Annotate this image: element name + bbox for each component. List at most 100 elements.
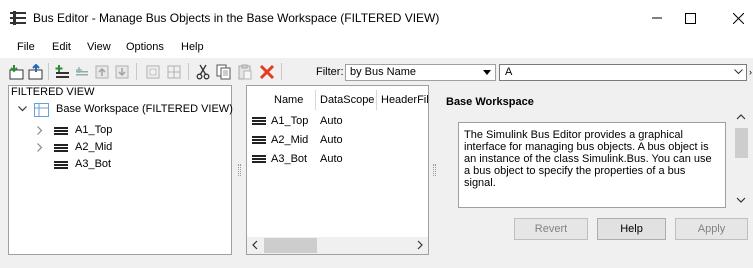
apply-button[interactable]: Apply bbox=[675, 218, 748, 240]
filter-by-value: by Bus Name bbox=[350, 66, 417, 78]
close-window-button[interactable] bbox=[715, 0, 753, 36]
cut-icon bbox=[196, 64, 210, 79]
scroll-right-icon[interactable] bbox=[417, 240, 423, 250]
tree-item-label: A2_Mid bbox=[75, 141, 113, 153]
filter-text-value: A bbox=[505, 66, 513, 78]
toolbar-separator bbox=[188, 63, 189, 80]
scroll-up-icon[interactable] bbox=[736, 114, 746, 120]
tree-item-base-workspace[interactable]: Base Workspace (FILTERED VIEW) bbox=[9, 102, 233, 119]
export-icon bbox=[28, 63, 43, 79]
import-button[interactable] bbox=[8, 63, 26, 80]
menu-edit[interactable]: Edit bbox=[52, 41, 71, 53]
description-text: The Simulink Bus Editor provides a graph… bbox=[464, 129, 712, 189]
filter-label: Filter: bbox=[316, 66, 344, 78]
bus-editor-app-icon bbox=[10, 11, 26, 25]
table-cell-datascope: Auto bbox=[320, 115, 343, 127]
scroll-left-icon[interactable] bbox=[252, 240, 258, 250]
bus-object-icon bbox=[54, 127, 68, 135]
table-row[interactable]: A3_Bot Auto bbox=[247, 152, 428, 169]
chevron-down-icon[interactable] bbox=[734, 69, 743, 75]
tree-table-splitter[interactable] bbox=[238, 164, 241, 176]
help-button[interactable]: Help bbox=[597, 218, 666, 240]
tree-item-label: Base Workspace (FILTERED VIEW) bbox=[56, 103, 233, 115]
detail-vertical-scrollbar[interactable] bbox=[733, 108, 750, 208]
tree-item-a1-top[interactable]: A1_Top bbox=[9, 123, 231, 140]
scroll-down-icon[interactable] bbox=[736, 197, 746, 203]
paste-icon bbox=[238, 64, 252, 79]
bus-object-icon bbox=[252, 155, 266, 163]
bus-object-icon bbox=[54, 144, 68, 152]
import-icon bbox=[9, 64, 24, 79]
tree-header: FILTERED VIEW bbox=[11, 86, 95, 98]
bus-table-panel: Name DataScope HeaderFile A1_Top Auto A2… bbox=[246, 85, 429, 255]
bus-object-icon bbox=[252, 117, 266, 125]
menu-view[interactable]: View bbox=[87, 41, 111, 53]
table-row[interactable]: A1_Top Auto bbox=[247, 114, 428, 131]
chevron-down-icon[interactable] bbox=[18, 106, 27, 112]
add-bus-icon bbox=[55, 64, 69, 78]
bus-tree-panel: FILTERED VIEW Base Workspace (FILTERED V… bbox=[8, 85, 233, 255]
move-down-icon bbox=[115, 65, 129, 78]
bus-object-icon bbox=[252, 136, 266, 144]
minimize-icon bbox=[652, 17, 662, 19]
window-title: Bus Editor - Manage Bus Objects in the B… bbox=[33, 11, 440, 25]
view-grid-button[interactable] bbox=[165, 63, 183, 80]
detail-title: Base Workspace bbox=[446, 96, 534, 108]
copy-icon bbox=[216, 64, 231, 79]
toolbar-separator bbox=[281, 63, 282, 80]
export-button[interactable] bbox=[27, 63, 45, 80]
description-box: The Simulink Bus Editor provides a graph… bbox=[458, 122, 726, 208]
cut-button[interactable] bbox=[194, 63, 212, 80]
title-bar: Bus Editor - Manage Bus Objects in the B… bbox=[0, 0, 753, 36]
filter-by-dropdown[interactable]: by Bus Name bbox=[345, 64, 496, 81]
move-down-button[interactable] bbox=[113, 63, 131, 80]
workspace-icon bbox=[34, 103, 49, 117]
tree-item-a3-bot[interactable]: A3_Bot bbox=[9, 157, 231, 174]
delete-icon bbox=[259, 64, 275, 79]
add-element-icon bbox=[76, 66, 88, 75]
add-element-button[interactable] bbox=[73, 63, 91, 80]
create-simulink-object-button[interactable] bbox=[144, 63, 162, 80]
move-up-button[interactable] bbox=[93, 63, 111, 80]
table-cell-name: A1_Top bbox=[271, 115, 309, 127]
column-header-headerfile[interactable]: HeaderFile bbox=[381, 94, 428, 106]
tree-item-label: A1_Top bbox=[75, 124, 113, 136]
scrollbar-thumb[interactable] bbox=[735, 128, 748, 158]
close-icon bbox=[732, 12, 744, 24]
maximize-icon bbox=[684, 12, 696, 24]
column-divider[interactable] bbox=[315, 90, 316, 110]
move-up-icon bbox=[95, 65, 109, 78]
copy-button[interactable] bbox=[215, 63, 233, 80]
paste-button[interactable] bbox=[236, 63, 254, 80]
tree-item-a2-mid[interactable]: A2_Mid bbox=[9, 140, 231, 157]
filter-text-input[interactable]: A bbox=[499, 64, 747, 81]
grid-icon bbox=[167, 65, 181, 78]
scrollbar-thumb[interactable] bbox=[264, 238, 317, 253]
toolbar-separator bbox=[136, 63, 137, 80]
column-header-name[interactable]: Name bbox=[274, 94, 303, 106]
menu-file[interactable]: File bbox=[17, 41, 35, 53]
menu-help[interactable]: Help bbox=[181, 41, 204, 53]
column-divider[interactable] bbox=[376, 90, 377, 110]
add-bus-button[interactable] bbox=[53, 63, 71, 80]
table-detail-splitter[interactable] bbox=[433, 164, 436, 176]
menu-options[interactable]: Options bbox=[126, 41, 164, 53]
toolbar-separator bbox=[48, 63, 49, 80]
table-cell-datascope: Auto bbox=[320, 153, 343, 165]
toolbar-overflow-icon[interactable]: › bbox=[749, 67, 752, 77]
table-row[interactable]: A2_Mid Auto bbox=[247, 133, 428, 150]
column-header-datascope[interactable]: DataScope bbox=[320, 94, 374, 106]
menu-bar: File Edit View Options Help bbox=[0, 36, 753, 58]
chevron-right-icon[interactable] bbox=[37, 126, 43, 135]
delete-button[interactable] bbox=[258, 63, 276, 80]
revert-button[interactable]: Revert bbox=[514, 218, 588, 240]
maximize-button[interactable] bbox=[667, 0, 713, 36]
create-object-icon bbox=[146, 65, 160, 78]
bus-object-icon bbox=[54, 161, 68, 169]
dropdown-arrow-icon bbox=[483, 70, 491, 75]
table-cell-name: A2_Mid bbox=[271, 134, 309, 146]
table-cell-name: A3_Bot bbox=[271, 153, 308, 165]
table-cell-datascope: Auto bbox=[320, 134, 343, 146]
chevron-right-icon[interactable] bbox=[37, 143, 43, 152]
table-horizontal-scrollbar[interactable] bbox=[247, 237, 428, 254]
